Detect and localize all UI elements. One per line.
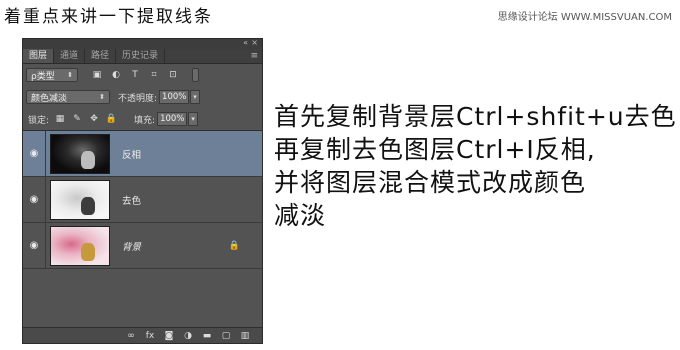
lock-label: 锁定:	[28, 115, 50, 126]
smart-object-filter-icon[interactable]: ⊡	[168, 70, 178, 80]
type-layer-filter-icon[interactable]: T	[130, 70, 140, 80]
fx-icon[interactable]: fx	[145, 331, 155, 341]
layer-name[interactable]: 去色	[122, 193, 141, 207]
add-mask-icon[interactable]: ◙	[164, 331, 174, 341]
eye-icon[interactable]: ◉	[23, 240, 45, 251]
layer-row-invert[interactable]: ◉ 反相	[23, 130, 262, 177]
layers-panel: « × 图层 通道 路径 历史记录 ≡ ρ类型 ⬍ ▣ ◐ T ⌗ ⊡ 颜色减淡…	[22, 38, 263, 344]
blend-mode-value: 颜色减淡	[31, 93, 68, 104]
page-title: 着重点来讲一下提取线条	[4, 7, 213, 27]
opacity-field[interactable]: 100%	[159, 90, 190, 104]
lock-all-icon[interactable]: 🔒	[105, 114, 116, 124]
instruction-line: 首先复制背景层Ctrl+shfit+u去色	[274, 102, 677, 131]
filter-toggle[interactable]	[192, 68, 199, 82]
opacity-arrow-icon[interactable]: ▾	[190, 90, 201, 104]
instruction-text: 首先复制背景层Ctrl+shfit+u去色 再复制去色图层Ctrl+I反相, 并…	[274, 100, 677, 232]
fill-field[interactable]: 100%	[157, 112, 188, 126]
filter-row: ρ类型 ⬍ ▣ ◐ T ⌗ ⊡	[23, 64, 262, 86]
lock-image-brush-icon[interactable]: ✎	[72, 114, 82, 124]
fill-label: 填充:	[134, 115, 156, 126]
trash-icon[interactable]: ▥	[240, 331, 250, 341]
link-layers-icon[interactable]: ∞	[126, 331, 136, 341]
lock-position-move-icon[interactable]: ✥	[89, 114, 99, 124]
eye-icon[interactable]: ◉	[23, 194, 45, 205]
adjustment-layer-filter-icon[interactable]: ◐	[111, 70, 121, 80]
panel-bottom-bar: ∞ fx ◙ ◑ ▬ ▢ ▥	[23, 327, 262, 343]
opacity-label: 不透明度:	[118, 93, 158, 104]
lock-row: 锁定: ▦ ✎ ✥ 🔒 填充: 100% ▾	[23, 108, 262, 130]
fill-arrow-icon[interactable]: ▾	[188, 112, 199, 126]
collapse-icon[interactable]: «	[243, 38, 248, 47]
instruction-line: 并将图层混合模式改成颜色	[274, 168, 587, 197]
close-icon[interactable]: ×	[251, 38, 258, 47]
blend-row: 颜色减淡 ⬍ 不透明度: 100% ▾	[23, 86, 262, 108]
new-layer-icon[interactable]: ▢	[221, 331, 231, 341]
panel-title-bar: « ×	[23, 38, 262, 49]
tab-paths[interactable]: 路径	[85, 49, 117, 63]
layer-thumbnail	[50, 133, 110, 174]
eye-icon[interactable]: ◉	[23, 148, 45, 159]
layer-name[interactable]: 反相	[122, 147, 141, 161]
new-group-icon[interactable]: ▬	[202, 331, 212, 341]
filter-type-dropdown[interactable]: ρ类型 ⬍	[26, 68, 78, 82]
layer-thumbnail	[50, 225, 110, 266]
layer-row-background[interactable]: ◉ 背景 🔒	[23, 222, 262, 269]
adjustment-layer-icon[interactable]: ◑	[183, 331, 193, 341]
layer-list: ◉ 反相 ◉ 去色 ◉ 背景 🔒	[23, 130, 262, 269]
tab-layers[interactable]: 图层	[23, 49, 55, 63]
panel-menu-icon[interactable]: ≡	[246, 49, 262, 63]
instruction-line: 再复制去色图层Ctrl+I反相,	[274, 135, 596, 164]
shape-layer-filter-icon[interactable]: ⌗	[149, 70, 159, 80]
instruction-line: 减淡	[274, 201, 327, 230]
divider	[45, 130, 46, 177]
lock-icon: 🔒	[228, 240, 240, 251]
chevron-down-icon: ⬍	[99, 93, 105, 101]
layer-thumbnail	[50, 179, 110, 220]
watermark: 思缘设计论坛 WWW.MISSVUAN.COM	[497, 12, 672, 23]
tab-channels[interactable]: 通道	[54, 49, 86, 63]
pixel-layer-filter-icon[interactable]: ▣	[92, 70, 102, 80]
divider	[45, 222, 46, 269]
panel-tabs: 图层 通道 路径 历史记录 ≡	[23, 49, 262, 64]
lock-transparent-icon[interactable]: ▦	[55, 114, 65, 124]
blend-mode-dropdown[interactable]: 颜色减淡 ⬍	[26, 90, 110, 104]
chevron-down-icon: ⬍	[67, 71, 73, 79]
layer-name[interactable]: 背景	[122, 239, 141, 253]
layer-row-desaturate[interactable]: ◉ 去色	[23, 176, 262, 223]
filter-type-label: ρ类型	[31, 71, 55, 82]
divider	[45, 176, 46, 223]
tab-history[interactable]: 历史记录	[116, 49, 166, 63]
